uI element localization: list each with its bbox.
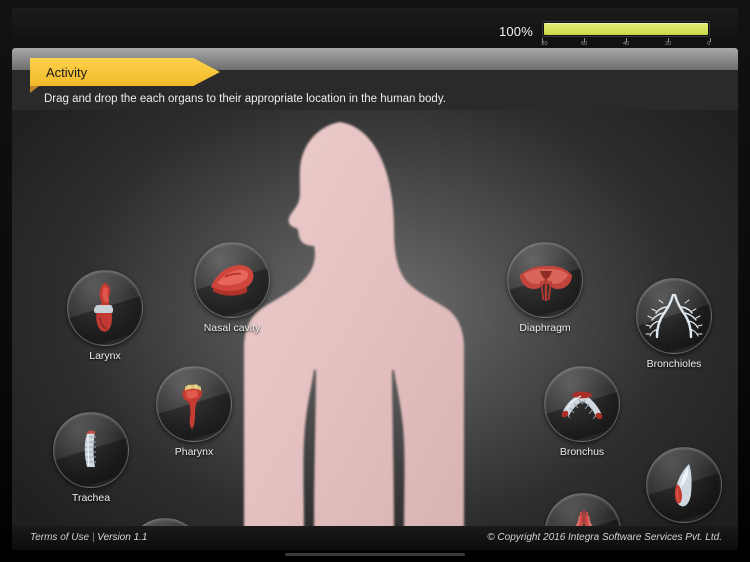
diaphragm-icon (520, 265, 572, 301)
organ-token-epiglottis[interactable]: Epiglottis (646, 447, 722, 526)
nasal-cavity-icon (211, 264, 254, 296)
organ-disc[interactable] (507, 242, 583, 318)
organ-label: Bronchioles (646, 358, 702, 370)
copyright-label: © Copyright 2016 Integra Software Servic… (487, 532, 722, 543)
organ-disc[interactable] (545, 493, 621, 526)
trachea-icon (84, 430, 96, 467)
epiglottis-icon (674, 464, 692, 507)
organ-label: Trachea (71, 492, 111, 504)
organ-label: Larynx (89, 350, 121, 362)
organ-label: Diaphragm (519, 322, 571, 334)
organ-label: Pharynx (174, 446, 214, 458)
organ-token-bronchioles[interactable]: Bronchioles (636, 278, 712, 370)
progress-bar-fill (544, 23, 708, 35)
ruler-tick-label: 60 (580, 41, 588, 47)
tablet-device-frame: 100% 80 60 40 20 0 Activity Drag and drop th… (0, 0, 750, 562)
organ-token-lungs[interactable]: Lungs (545, 493, 621, 526)
tab-activity[interactable]: Activity (30, 58, 220, 86)
pharynx-icon (182, 384, 202, 429)
organ-disc[interactable] (127, 518, 203, 526)
activity-panel: Activity Drag and drop the each organs t… (12, 48, 738, 526)
organ-disc[interactable] (67, 270, 143, 346)
organ-label: Nasal cavity (203, 322, 261, 334)
ruler-tick-label: 20 (664, 41, 672, 47)
progress-bar-track[interactable] (542, 21, 710, 37)
tab-fold-corner (30, 86, 39, 93)
progress-percent-label: 100% (498, 24, 533, 39)
larynx-icon (93, 283, 114, 332)
terms-of-use-link[interactable]: Terms of Use | Version 1.1 (30, 532, 147, 543)
organ-disc[interactable] (194, 242, 270, 318)
version-label: Version 1.1 (97, 532, 148, 543)
footer-bar: Terms of Use | Version 1.1 © Copyright 2… (12, 526, 738, 550)
ruler-tick-label: 80 (541, 41, 548, 47)
organ-disc[interactable] (53, 412, 129, 488)
organ-token-trachea[interactable]: Trachea (53, 412, 129, 504)
lungs-icon (575, 510, 593, 526)
terms-of-use-label: Terms of Use (30, 532, 90, 543)
organ-disc[interactable] (544, 366, 620, 442)
bronchus-icon (561, 391, 603, 420)
organ-disc[interactable] (646, 447, 722, 523)
organ-disc[interactable] (636, 278, 712, 354)
instruction-text: Drag and drop the each organs to their a… (44, 93, 446, 105)
ruler-tick-label: 0 (707, 41, 711, 47)
organ-token-nasal-cavity[interactable]: Nasal cavity (194, 242, 270, 334)
organ-token-pharynx[interactable]: Pharynx (156, 366, 232, 458)
organ-disc[interactable] (156, 366, 232, 442)
organ-token-larynx[interactable]: Larynx (67, 270, 143, 362)
activity-stage: Larynx Nasal cavity Pharynx Trachea Hard… (12, 110, 738, 526)
progress-toolbar: 100% 80 60 40 20 0 (12, 8, 738, 47)
ruler-tick-label: 40 (622, 41, 630, 47)
human-body-silhouette (244, 122, 464, 526)
organ-token-hard-palate[interactable]: Hard palate (127, 518, 203, 526)
hard-palate-icon (128, 519, 202, 526)
tab-activity-label: Activity (46, 64, 88, 80)
footer-separator: | (91, 532, 95, 543)
bronchioles-icon (645, 293, 703, 339)
organ-label: Bronchus (559, 446, 605, 458)
home-indicator-bar (285, 553, 465, 556)
organ-token-bronchus[interactable]: Bronchus (544, 366, 620, 458)
organ-token-diaphragm[interactable]: Diaphragm (507, 242, 583, 334)
